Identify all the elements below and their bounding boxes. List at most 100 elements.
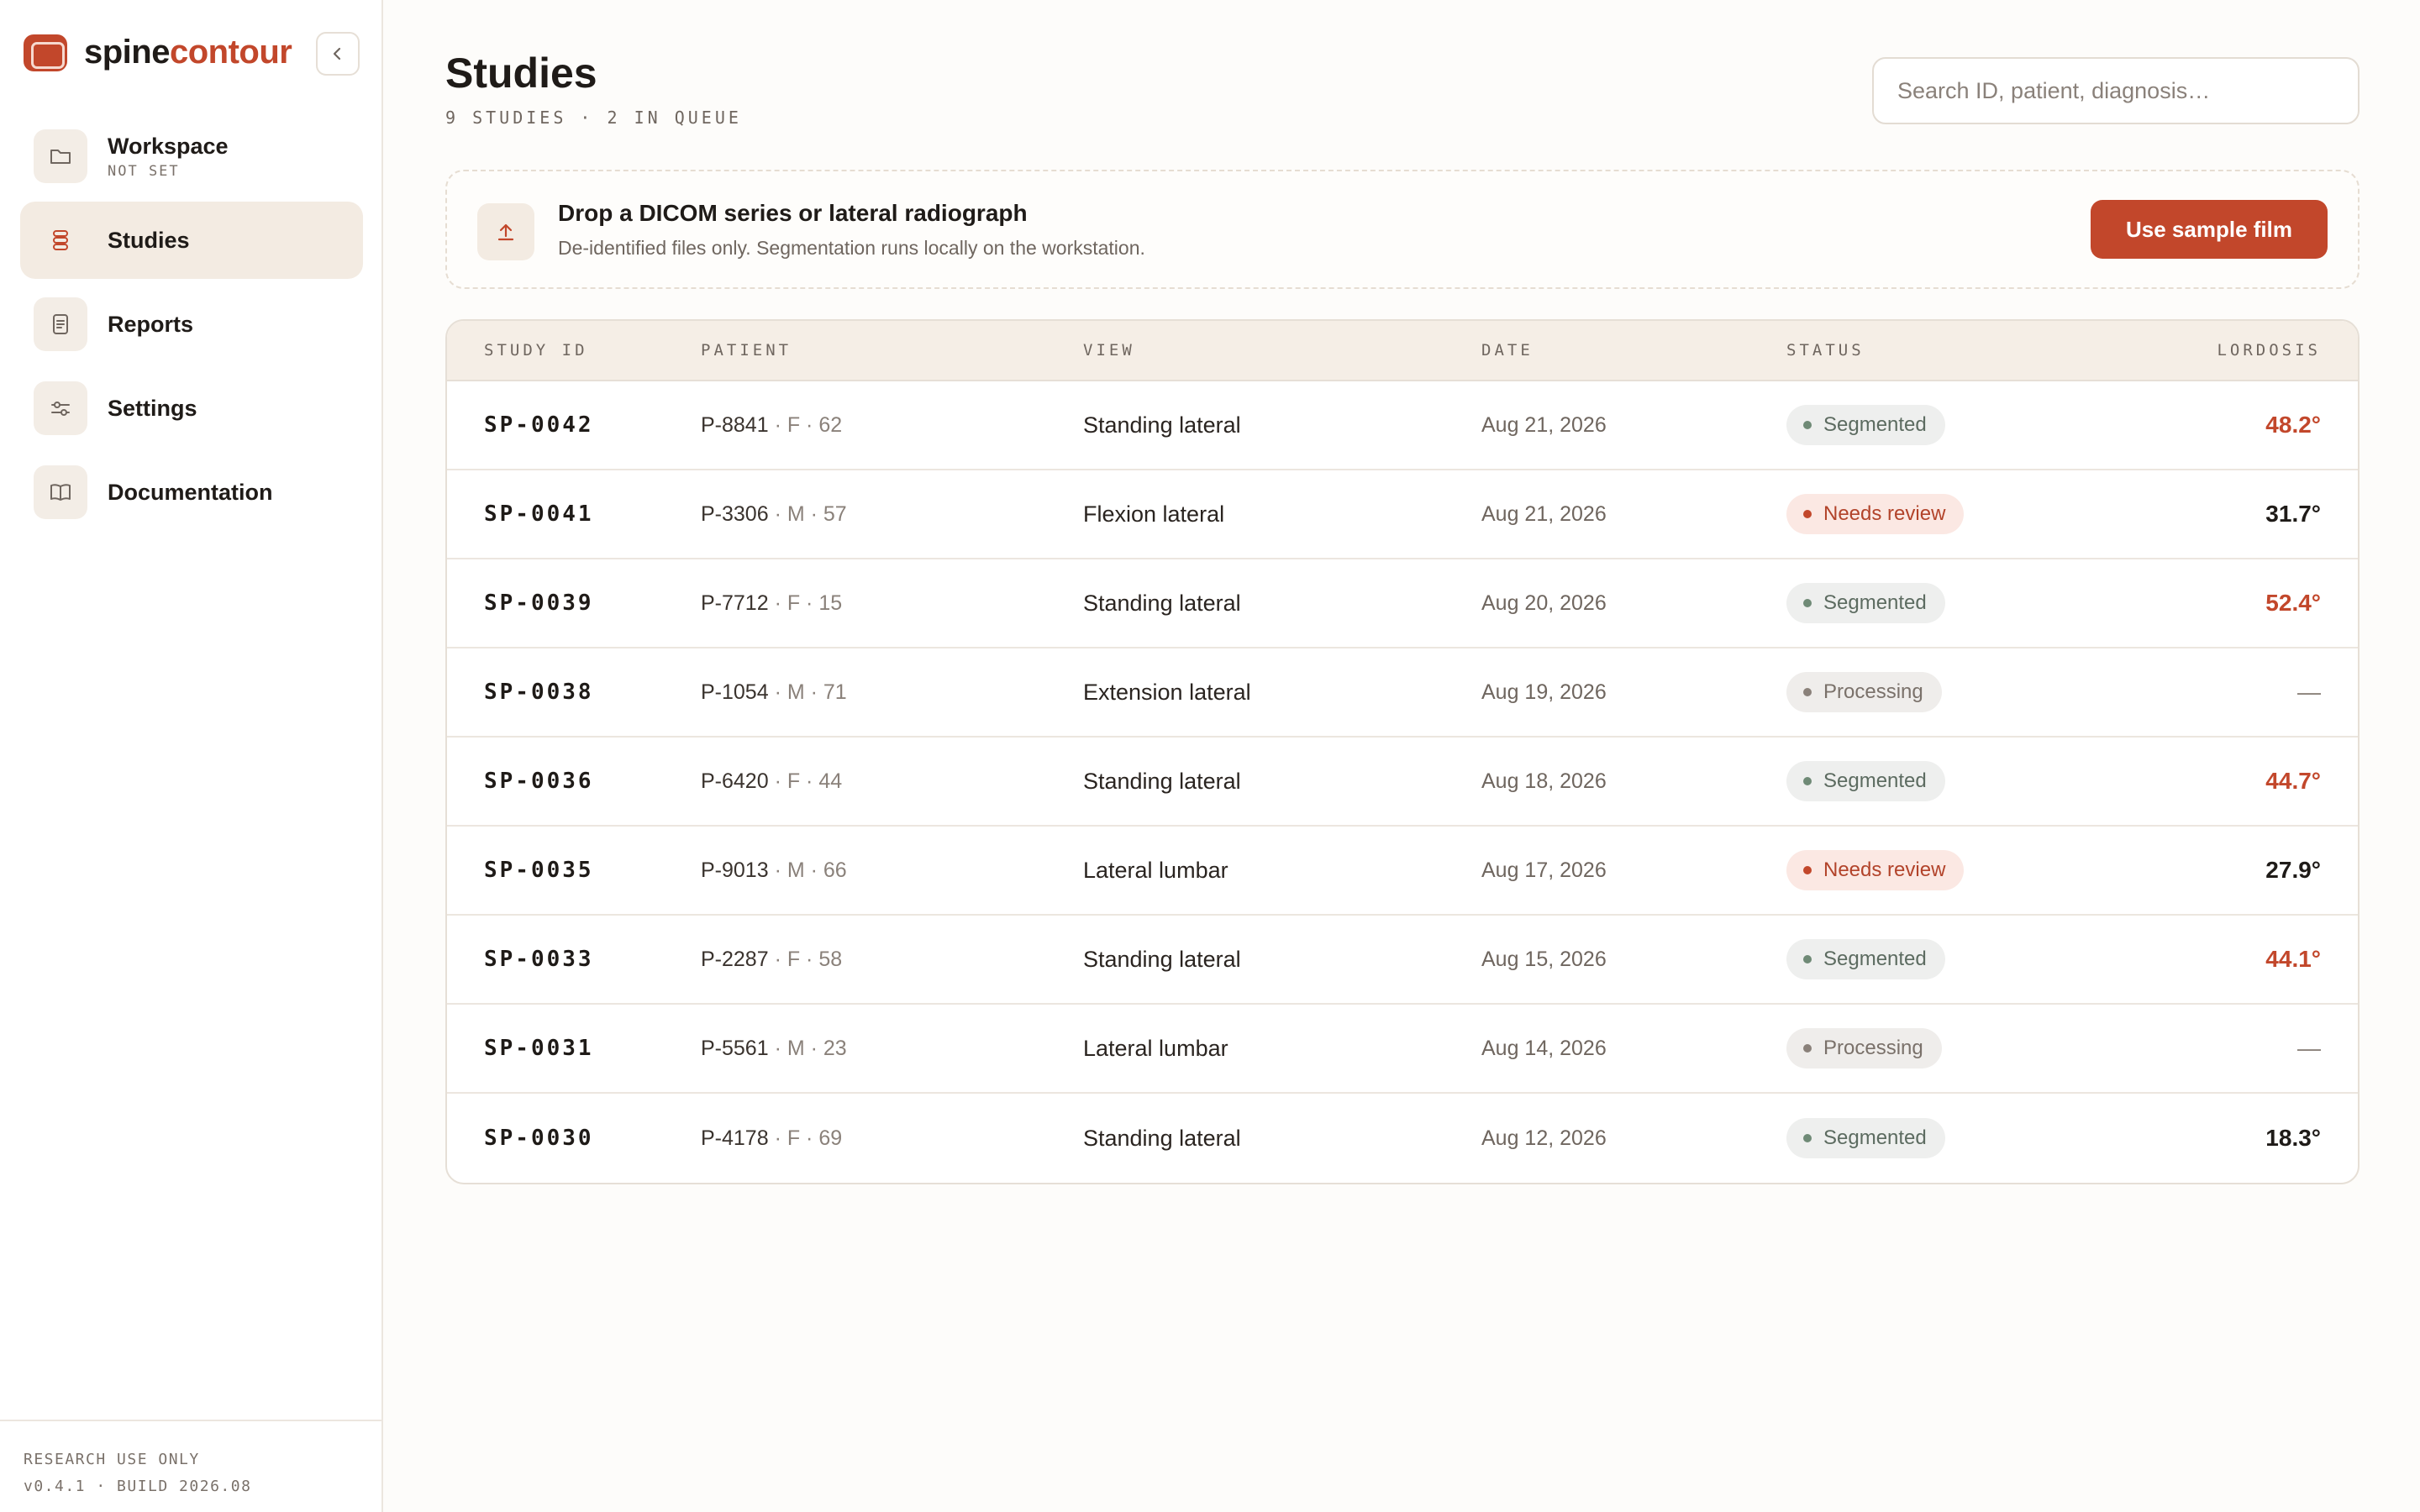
sidebar-item-studies[interactable]: Studies — [20, 202, 363, 279]
use-sample-film-button[interactable]: Use sample film — [2091, 200, 2328, 259]
dicom-dropzone[interactable]: Drop a DICOM series or lateral radiograp… — [445, 170, 2360, 289]
patient-meta: · F · 15 — [768, 591, 843, 615]
study-date: Aug 15, 2026 — [1481, 947, 1607, 971]
status-cell: Processing — [1786, 1028, 1942, 1068]
study-id: SP-0041 — [484, 501, 594, 527]
status-label: Needs review — [1823, 858, 1946, 881]
sidebar-item-label: Documentation — [108, 479, 273, 505]
status-cell: Needs review — [1786, 494, 1965, 534]
studies-table: STUDY ID PATIENT VIEW DATE STATUS LORDOS… — [445, 319, 2360, 1184]
study-id: SP-0036 — [484, 769, 594, 794]
column-header-lordosis[interactable]: LORDOSIS — [2217, 341, 2321, 360]
status-label: Needs review — [1823, 502, 1946, 525]
view-type: Extension lateral — [1083, 679, 1251, 705]
status-label: Segmented — [1823, 948, 1927, 970]
sidebar-item-settings[interactable]: Settings — [20, 370, 363, 447]
collapse-sidebar-button[interactable] — [316, 32, 360, 76]
status-badge: Segmented — [1786, 583, 1945, 623]
table-row[interactable]: SP-0036 P-6420 · F · 44 Standing lateral Au… — [447, 738, 2358, 827]
sidebar-item-workspace[interactable]: Workspace NOT SET — [20, 118, 363, 195]
dropzone-title: Drop a DICOM series or lateral radiograp… — [558, 200, 1028, 226]
column-header-patient[interactable]: PATIENT — [701, 341, 792, 360]
patient-id: P-8841 — [701, 412, 769, 437]
status-badge: Needs review — [1786, 850, 1965, 890]
table-row[interactable]: SP-0030 P-4178 · F · 69 Standing lateral Au… — [447, 1094, 2358, 1183]
lordosis-angle: 52.4° — [2265, 590, 2321, 616]
sidebar-item-sublabel: NOT SET — [108, 162, 180, 180]
sidebar-item-label: Workspace — [108, 133, 229, 159]
patient-meta: · M · 57 — [768, 501, 847, 526]
lordosis-angle: 31.7° — [2265, 501, 2321, 527]
book-icon — [34, 465, 87, 519]
column-header-date[interactable]: DATE — [1481, 341, 1534, 360]
study-id: SP-0038 — [484, 680, 594, 705]
status-badge: Processing — [1786, 672, 1942, 712]
lordosis-angle: 18.3° — [2265, 1125, 2321, 1151]
column-header-view[interactable]: VIEW — [1083, 341, 1135, 360]
status-badge: Segmented — [1786, 405, 1945, 445]
status-dot-icon — [1803, 421, 1812, 429]
study-date: Aug 21, 2026 — [1481, 501, 1607, 526]
dropzone-description: De-identified files only. Segmentation r… — [558, 237, 1145, 259]
patient-cell: P-7712 · F · 15 — [701, 591, 842, 616]
status-cell: Processing — [1786, 672, 1942, 712]
status-dot-icon — [1803, 688, 1812, 696]
table-row[interactable]: SP-0033 P-2287 · F · 58 Standing lateral Au… — [447, 916, 2358, 1005]
table-row[interactable]: SP-0041 P-3306 · M · 57 Flexion lateral Aug… — [447, 470, 2358, 559]
brand-name: spinecontour — [84, 34, 292, 71]
patient-cell: P-4178 · F · 69 — [701, 1126, 842, 1151]
status-badge: Segmented — [1786, 939, 1945, 979]
sidebar-nav: Workspace NOT SET Studies Reports Settin… — [20, 118, 363, 538]
column-header-status[interactable]: STATUS — [1786, 341, 1865, 360]
column-header-study-id[interactable]: STUDY ID — [484, 341, 588, 360]
table-row[interactable]: SP-0038 P-1054 · M · 71 Extension lateral A… — [447, 648, 2358, 738]
patient-meta: · F · 69 — [768, 1126, 843, 1150]
lordosis-angle: 48.2° — [2265, 412, 2321, 438]
status-badge: Processing — [1786, 1028, 1942, 1068]
patient-meta: · F · 58 — [768, 947, 843, 971]
lordosis-angle: — — [2297, 1035, 2321, 1061]
study-date: Aug 12, 2026 — [1481, 1126, 1607, 1150]
table-row[interactable]: SP-0035 P-9013 · M · 66 Lateral lumbar Aug … — [447, 827, 2358, 916]
status-cell: Segmented — [1786, 939, 1945, 979]
study-id: SP-0033 — [484, 947, 594, 972]
patient-cell: P-6420 · F · 44 — [701, 769, 842, 794]
status-dot-icon — [1803, 777, 1812, 785]
spine-logo-icon — [24, 34, 67, 71]
table-row[interactable]: SP-0042 P-8841 · F · 62 Standing lateral Au… — [447, 381, 2358, 470]
study-date: Aug 19, 2026 — [1481, 680, 1607, 704]
patient-cell: P-3306 · M · 57 — [701, 502, 847, 527]
page-subtitle: 9 STUDIES · 2 IN QUEUE — [445, 108, 742, 128]
sidebar-item-label: Settings — [108, 395, 197, 421]
patient-id: P-9013 — [701, 858, 769, 882]
search-input[interactable] — [1872, 57, 2360, 124]
table-row[interactable]: SP-0031 P-5561 · M · 23 Lateral lumbar Aug … — [447, 1005, 2358, 1094]
patient-cell: P-8841 · F · 62 — [701, 413, 842, 438]
view-type: Standing lateral — [1083, 1125, 1241, 1151]
view-type: Lateral lumbar — [1083, 857, 1228, 883]
sidebar-footer: RESEARCH USE ONLY v0.4.1 · BUILD 2026.08 — [0, 1420, 383, 1512]
lordosis-angle: 27.9° — [2265, 857, 2321, 883]
study-date: Aug 21, 2026 — [1481, 412, 1607, 437]
patient-id: P-3306 — [701, 501, 769, 526]
sidebar-item-reports[interactable]: Reports — [20, 286, 363, 363]
patient-meta: · M · 66 — [768, 858, 847, 882]
study-id: SP-0042 — [484, 412, 594, 438]
study-date: Aug 18, 2026 — [1481, 769, 1607, 793]
sidebar: spinecontour Workspace NOT SET Studies R… — [0, 0, 383, 1512]
table-body: SP-0042 P-8841 · F · 62 Standing lateral Au… — [447, 381, 2358, 1183]
status-dot-icon — [1803, 1134, 1812, 1142]
status-label: Segmented — [1823, 413, 1927, 436]
status-badge: Segmented — [1786, 761, 1945, 801]
study-date: Aug 17, 2026 — [1481, 858, 1607, 882]
brand-name-part-2: contour — [169, 34, 292, 71]
patient-cell: P-1054 · M · 71 — [701, 680, 847, 705]
table-row[interactable]: SP-0039 P-7712 · F · 15 Standing lateral Au… — [447, 559, 2358, 648]
brand[interactable]: spinecontour — [24, 34, 292, 71]
patient-id: P-2287 — [701, 947, 769, 971]
document-icon — [34, 297, 87, 351]
upload-icon — [477, 203, 534, 260]
sidebar-item-documentation[interactable]: Documentation — [20, 454, 363, 531]
patient-meta: · M · 71 — [768, 680, 847, 704]
folder-icon — [34, 129, 87, 183]
